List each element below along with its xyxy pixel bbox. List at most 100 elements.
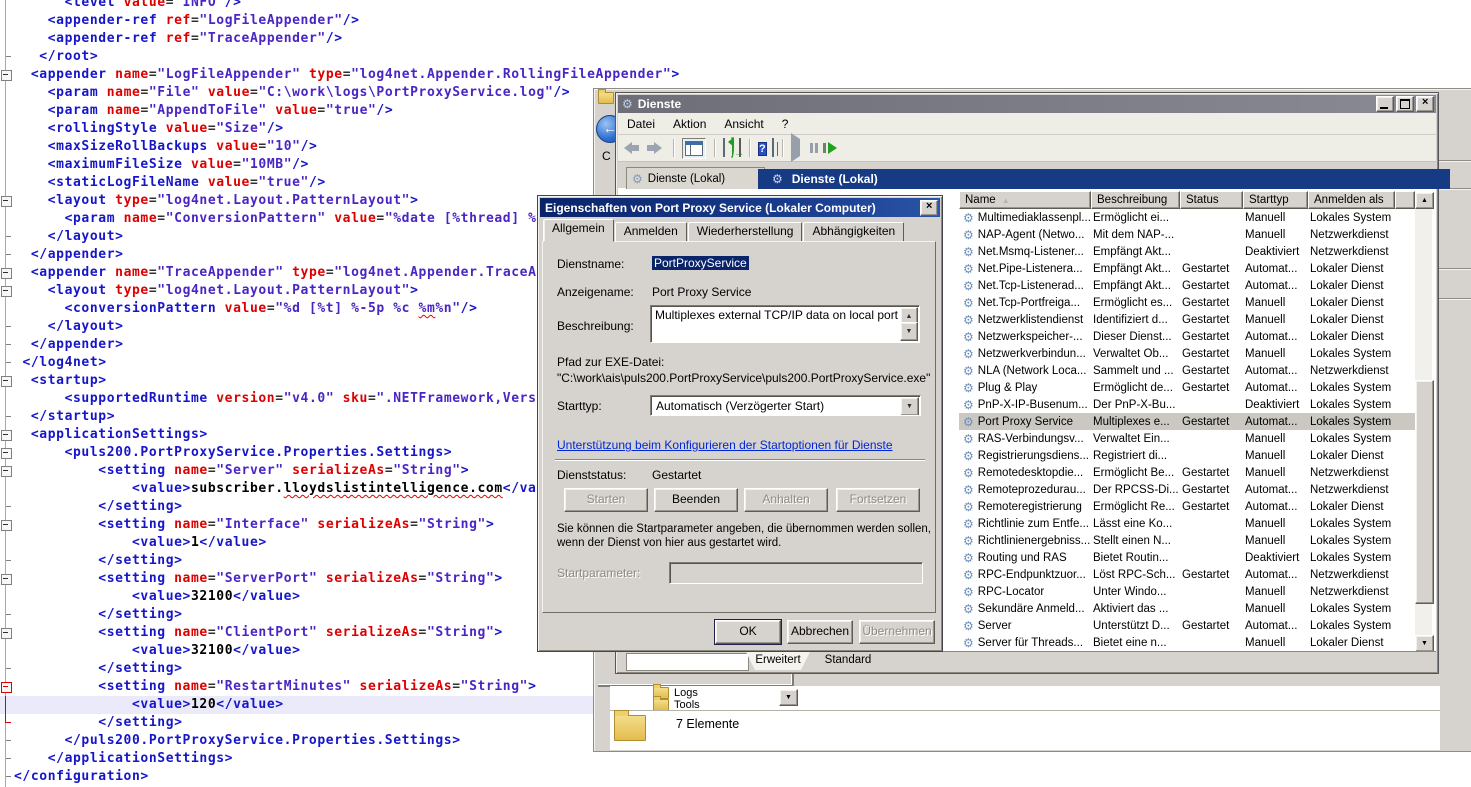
service-row[interactable]: ⚙Richtlinienergebniss...Stellt einen N..… [959,532,1415,549]
service-row[interactable]: ⚙Server für Threads...Bietet eine n...Ma… [959,634,1415,651]
service-row[interactable]: ⚙Routing und RASBietet Routin...Deaktivi… [959,549,1415,566]
column-header-name[interactable]: Name▲ [959,191,1091,209]
startup-type-combobox[interactable]: Automatisch (Verzögerter Start) ▼ [650,395,921,416]
menu-help[interactable]: ? [773,115,798,133]
fold-toggle-icon[interactable] [1,574,12,585]
fold-toggle-icon[interactable] [1,628,12,639]
fold-toggle-icon[interactable] [1,448,12,459]
service-row[interactable]: ⚙Remoteprozedurau...Der RPCSS-Di...Gesta… [959,481,1415,498]
tree-tab-dienste-lokal[interactable]: ⚙ Dienste (Lokal) [626,167,765,189]
cell-desc: Empfängt Akt... [1091,280,1180,292]
cancel-button[interactable]: Abbrechen [787,620,853,644]
divider [610,710,1440,711]
service-row[interactable]: ⚙Richtlinie zum Entfe...Lässt eine Ko...… [959,515,1415,532]
tab-anmelden[interactable]: Anmelden [615,222,687,242]
forward-icon[interactable] [647,142,665,154]
extended-view-icon[interactable] [772,139,774,157]
menu-Aktion[interactable]: Aktion [664,115,715,133]
tab-wiederherstellung[interactable]: Wiederherstellung [688,222,803,242]
service-row[interactable]: ⚙RPC-Endpunktzuor...Löst RPC-Sch...Gesta… [959,566,1415,583]
dialog-titlebar[interactable]: Eigenschaften von Port Proxy Service (Lo… [540,198,940,217]
scroll-down-button[interactable]: ▼ [1415,635,1434,652]
back-icon[interactable] [624,142,642,154]
dropdown-button[interactable]: ▼ [779,689,798,706]
show-tree-icon[interactable] [682,138,706,159]
fold-toggle-icon[interactable] [1,466,12,477]
service-gear-icon: ⚙ [963,501,974,513]
fold-toggle-icon[interactable] [1,520,12,531]
cell-start: Manuell [1243,467,1308,479]
fold-toggle-icon[interactable] [1,196,12,207]
tab-abhängigkeiten[interactable]: Abhängigkeiten [803,222,904,242]
dialog-close-button[interactable]: × [920,200,938,216]
fold-toggle-icon[interactable] [1,376,12,387]
scroll-down-button[interactable]: ▼ [900,322,918,341]
cell-desc: Ermöglicht es... [1091,297,1180,309]
tab-erweitert[interactable]: Erweitert [746,652,810,670]
service-row[interactable]: ⚙Netzwerkspeicher-...Dieser Dienst...Ges… [959,328,1415,345]
toolbar-separator [782,139,783,157]
fold-toggle-icon[interactable] [1,70,12,81]
service-row[interactable]: ⚙Multimediaklassenpl...Ermöglicht ei...M… [959,209,1415,226]
help-icon[interactable]: ? [758,139,767,157]
minimize-button[interactable] [1376,96,1394,112]
close-button[interactable]: × [1416,96,1434,112]
pause-service-icon[interactable] [810,143,818,153]
properties-icon[interactable] [723,139,725,157]
menu-Datei[interactable]: Datei [618,115,664,133]
service-row[interactable]: ⚙NLA (Network Loca...Sammelt und ...Gest… [959,362,1415,379]
fold-toggle-icon[interactable] [1,430,12,441]
resume-button[interactable]: Fortsetzen [836,488,920,512]
column-header-anmelden-als[interactable]: Anmelden als [1308,191,1395,209]
chevron-down-icon: ▼ [1421,640,1428,647]
service-row[interactable]: ⚙Net.Msmq-Listener...Empfängt Akt...Deak… [959,243,1415,260]
cell-status: Gestartet [1180,382,1243,394]
pause-button[interactable]: Anhalten [744,488,828,512]
service-row[interactable]: ⚙RAS-Verbindungsv...Verwaltet Ein...Manu… [959,430,1415,447]
services-titlebar[interactable]: ⚙ Dienste × [618,95,1436,113]
column-header-beschreibung[interactable]: Beschreibung [1091,191,1180,209]
tab-standard[interactable]: Standard [816,652,880,670]
restart-service-icon[interactable] [823,142,837,154]
service-row[interactable]: ⚙NAP-Agent (Netwo...Mit dem NAP-...Manue… [959,226,1415,243]
fold-toggle-icon[interactable] [1,268,12,279]
service-row[interactable]: ⚙Net.Tcp-Listenerad...Empfängt Akt...Ges… [959,277,1415,294]
service-row[interactable]: ⚙Netzwerkverbindun...Verwaltet Ob...Gest… [959,345,1415,362]
service-row[interactable]: ⚙Net.Pipe-Listenera...Empfängt Akt...Ges… [959,260,1415,277]
vertical-scrollbar[interactable]: ▲ ▼ [1415,192,1432,650]
service-row[interactable]: ⚙PnP-X-IP-Busenum...Der PnP-X-Bu...Deakt… [959,396,1415,413]
combo-dropdown-button[interactable]: ▼ [900,397,919,416]
display-name-value[interactable]: Port Proxy Service [652,285,751,299]
stop-button[interactable]: Beenden [654,488,738,512]
service-gear-icon: ⚙ [963,331,974,343]
startup-options-help-link[interactable]: Unterstützung beim Konfigurieren der Sta… [557,438,893,452]
service-row[interactable]: ⚙Net.Tcp-Portfreiga...Ermöglicht es...Ge… [959,294,1415,311]
service-row[interactable]: ⚙Sekundäre Anmeld...Aktiviert das ...Man… [959,600,1415,617]
start-service-icon[interactable] [791,139,800,157]
apply-button[interactable]: Übernehmen [859,620,935,644]
ok-button[interactable]: OK [715,620,781,644]
fold-margin[interactable] [0,0,12,787]
scroll-up-button[interactable]: ▲ [1415,192,1434,209]
service-row[interactable]: ⚙Remotedesktopdie...Ermöglicht Be...Gest… [959,464,1415,481]
fold-toggle-icon[interactable] [1,682,12,693]
maximize-button[interactable] [1396,96,1414,112]
service-row[interactable]: ⚙RemoteregistrierungErmöglicht Re...Gest… [959,498,1415,515]
description-field[interactable]: Multiplexes external TCP/IP data on loca… [650,305,920,343]
start-button[interactable]: Starten [564,488,648,512]
column-header-starttyp[interactable]: Starttyp [1243,191,1308,209]
service-row[interactable]: ⚙Plug & PlayErmöglicht de...GestartetAut… [959,379,1415,396]
fold-toggle-icon[interactable] [1,286,12,297]
menu-Ansicht[interactable]: Ansicht [715,115,772,133]
export-list-icon[interactable] [739,139,741,157]
service-row[interactable]: ⚙ServerUnterstützt D...GestartetAutomat.… [959,617,1415,634]
service-name-value[interactable]: PortProxyService [652,256,749,270]
service-row[interactable]: ⚙NetzwerklistendienstIdentifiziert d...G… [959,311,1415,328]
service-row[interactable]: ⚙Port Proxy ServiceMultiplexes e...Gesta… [959,413,1415,430]
scrollbar-thumb[interactable] [1415,380,1434,604]
tab-allgemein[interactable]: Allgemein [543,219,614,242]
start-params-field[interactable] [669,562,923,584]
service-row[interactable]: ⚙RPC-LocatorUnter Windo...ManuellNetzwer… [959,583,1415,600]
service-row[interactable]: ⚙Registrierungsdiens...Registriert di...… [959,447,1415,464]
column-header-status[interactable]: Status [1180,191,1243,209]
